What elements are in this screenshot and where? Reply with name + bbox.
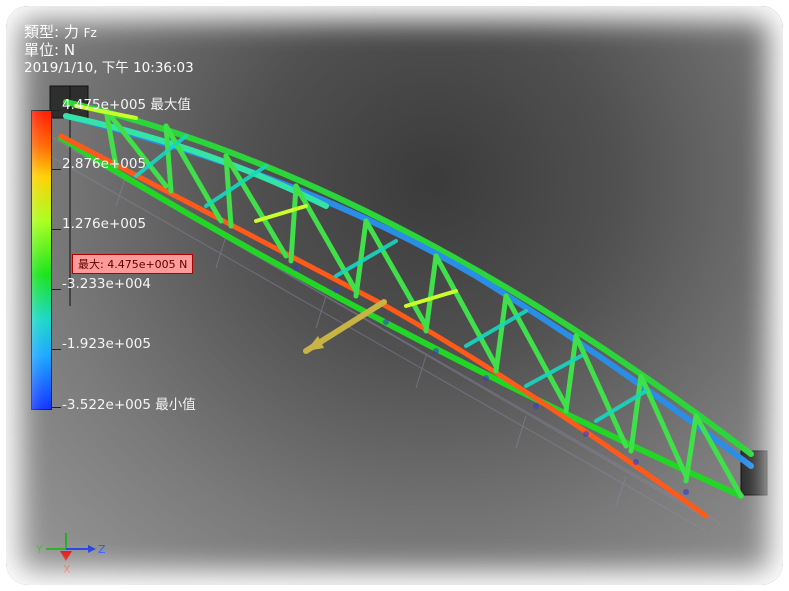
legend-tick bbox=[51, 407, 61, 408]
legend-tick-label: 2.876e+005 bbox=[62, 156, 147, 172]
legend-tick-label: -1.923e+005 bbox=[62, 336, 151, 352]
right-support bbox=[740, 450, 768, 496]
x-axis-cone bbox=[60, 551, 72, 561]
legend-tick bbox=[51, 349, 61, 350]
max-value-callout[interactable]: 最大: 4.475e+005 N bbox=[72, 254, 194, 274]
result-info: 類型: 力 Fz 單位: N 2019/1/10, 下午 10:36:03 bbox=[24, 24, 194, 77]
legend-tick bbox=[51, 169, 61, 170]
legend-tick bbox=[51, 110, 61, 111]
z-axis-cone bbox=[88, 545, 96, 553]
axis-triad[interactable]: Y Z X bbox=[35, 527, 116, 581]
legend-tick-label: 1.276e+005 bbox=[62, 216, 147, 232]
result-date: 2019/1/10, 下午 10:36:03 bbox=[24, 60, 194, 76]
analysis-viewport[interactable]: 類型: 力 Fz 單位: N 2019/1/10, 下午 10:36:03 4.… bbox=[6, 6, 783, 585]
color-legend-bar bbox=[31, 110, 52, 410]
legend-min-label: -3.522e+005 最小值 bbox=[62, 397, 196, 413]
unit-label: 單位: N bbox=[24, 41, 76, 59]
truss-chords bbox=[58, 99, 754, 519]
type-label: 類型: 力 bbox=[24, 23, 79, 41]
legend-max-label: 4.475e+005 最大值 bbox=[62, 97, 191, 113]
legend-tick bbox=[51, 229, 61, 230]
truss-model-render[interactable] bbox=[6, 6, 783, 585]
type-value: Fz bbox=[83, 26, 97, 40]
z-axis-label: Z bbox=[98, 543, 106, 556]
truss-webbing bbox=[103, 107, 744, 499]
y-axis-label: Y bbox=[36, 543, 43, 556]
legend-tick bbox=[51, 289, 61, 290]
x-axis-label: X bbox=[63, 563, 71, 576]
legend-tick-label: -3.233e+004 bbox=[62, 276, 151, 292]
